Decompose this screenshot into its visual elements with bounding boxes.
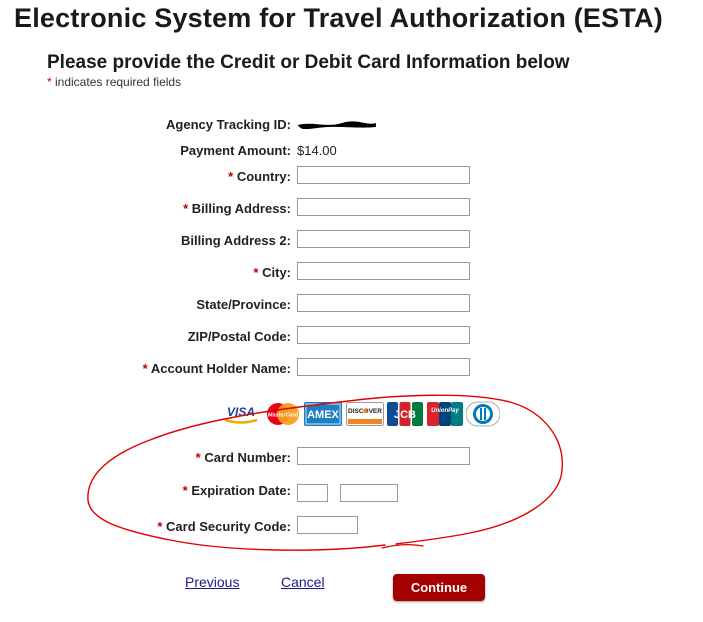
payment-amount-value: $14.00 bbox=[297, 143, 337, 158]
discover-card-icon: DISCOVER bbox=[346, 402, 384, 426]
required-star: * bbox=[157, 519, 163, 534]
account-holder-label: * Account Holder Name: bbox=[143, 361, 291, 376]
required-note-text: indicates required fields bbox=[51, 75, 182, 89]
country-label-text: Country: bbox=[236, 169, 291, 184]
state-input[interactable] bbox=[297, 294, 470, 312]
expiration-month-input[interactable] bbox=[297, 484, 328, 502]
continue-button[interactable]: Continue bbox=[393, 574, 485, 601]
zip-input[interactable] bbox=[297, 326, 470, 344]
expiration-year-input[interactable] bbox=[340, 484, 398, 502]
city-label-text: City: bbox=[262, 265, 291, 280]
required-star: * bbox=[228, 169, 234, 184]
mastercard-logo-text: MasterCard bbox=[268, 413, 299, 419]
amex-logo-text: AMEX bbox=[307, 409, 339, 421]
expiration-date-label-text: Expiration Date: bbox=[191, 483, 291, 498]
required-star: * bbox=[195, 450, 201, 465]
billing-address-label: * Billing Address: bbox=[183, 201, 291, 216]
billing-address-label-text: Billing Address: bbox=[191, 201, 291, 216]
jcb-card-icon: JCB bbox=[387, 402, 423, 426]
page-subtitle: Please provide the Credit or Debit Card … bbox=[47, 52, 570, 73]
cancel-link[interactable]: Cancel bbox=[281, 574, 325, 590]
country-label: * Country: bbox=[228, 169, 291, 184]
unionpay-card-icon: UnionPay bbox=[427, 402, 463, 426]
country-input[interactable] bbox=[297, 166, 470, 184]
required-star: * bbox=[182, 483, 188, 498]
diners-club-card-icon bbox=[466, 401, 500, 427]
account-holder-input[interactable] bbox=[297, 358, 470, 376]
agency-tracking-label: Agency Tracking ID: bbox=[166, 117, 291, 132]
billing-address2-label: Billing Address 2: bbox=[180, 233, 291, 248]
security-code-label-text: Card Security Code: bbox=[166, 519, 291, 534]
required-fields-note: * indicates required fields bbox=[47, 75, 181, 89]
security-code-label: * Card Security Code: bbox=[157, 519, 291, 534]
required-star: * bbox=[183, 201, 189, 216]
card-number-input[interactable] bbox=[297, 447, 470, 465]
accepted-cards: VISA MasterCard AMEX DISCOVER JCB UnionP… bbox=[222, 401, 502, 427]
security-code-input[interactable] bbox=[297, 516, 358, 534]
zip-label: ZIP/Postal Code: bbox=[187, 329, 291, 344]
amex-card-icon: AMEX bbox=[304, 402, 342, 426]
payment-amount-label: Payment Amount: bbox=[180, 143, 291, 158]
billing-address2-input[interactable] bbox=[297, 230, 470, 248]
page-title: Electronic System for Travel Authorizati… bbox=[14, 3, 663, 33]
expiration-date-label: * Expiration Date: bbox=[183, 483, 291, 498]
billing-address-input[interactable] bbox=[297, 198, 470, 216]
city-input[interactable] bbox=[297, 262, 470, 280]
redacted-tracking-id bbox=[298, 121, 376, 129]
account-holder-label-text: Account Holder Name: bbox=[150, 361, 291, 376]
city-label: * City: bbox=[253, 265, 291, 280]
visa-card-icon: VISA bbox=[222, 401, 260, 427]
unionpay-logo-text: UnionPay bbox=[431, 408, 459, 414]
card-number-label: * Card Number: bbox=[196, 450, 291, 465]
required-star: * bbox=[253, 265, 259, 280]
card-number-label-text: Card Number: bbox=[204, 450, 291, 465]
jcb-logo-text: JCB bbox=[394, 409, 416, 421]
visa-logo-text: VISA bbox=[227, 405, 255, 419]
required-star: * bbox=[142, 361, 148, 376]
previous-link[interactable]: Previous bbox=[185, 574, 239, 590]
mastercard-icon: MasterCard bbox=[267, 403, 299, 425]
state-label: State/Province: bbox=[196, 297, 291, 312]
